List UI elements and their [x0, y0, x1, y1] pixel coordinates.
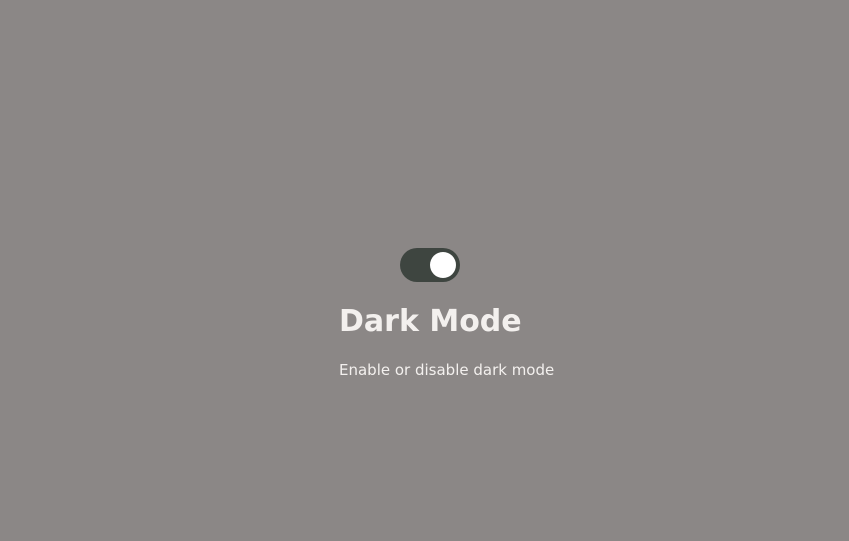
dark-mode-toggle[interactable] [400, 248, 460, 282]
toggle-knob [430, 252, 456, 278]
setting-title: Dark Mode [339, 304, 522, 339]
setting-description: Enable or disable dark mode [339, 361, 555, 379]
dark-mode-setting: Dark Mode Enable or disable dark mode [339, 248, 639, 388]
